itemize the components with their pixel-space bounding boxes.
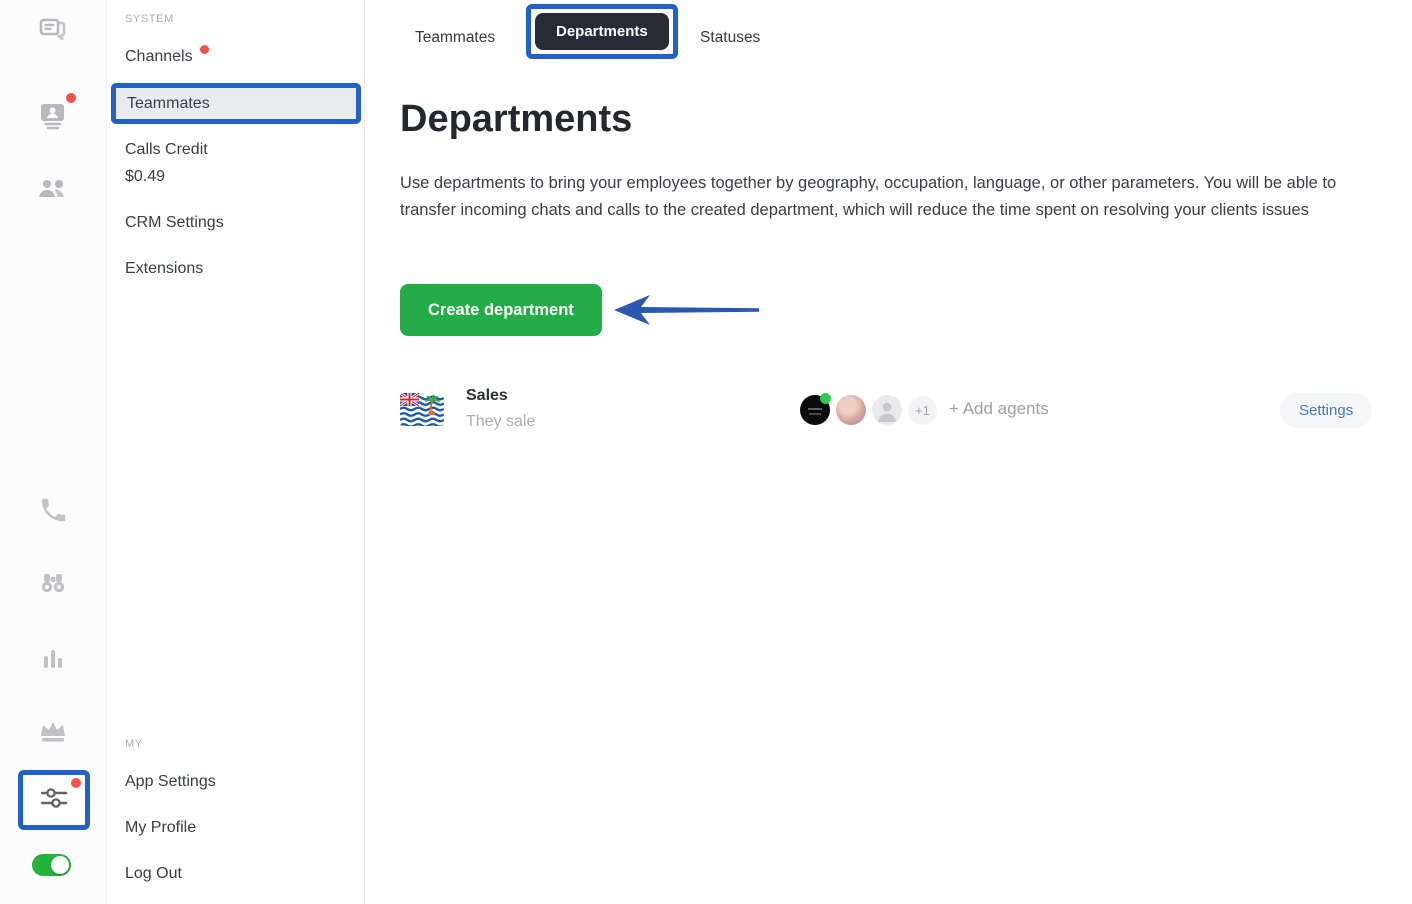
department-row: Sales They sale +1 + Add agents Settings [400,383,1412,439]
sidebar-item-my-profile[interactable]: My Profile [125,819,196,837]
tab-statuses[interactable]: Statuses [700,29,760,47]
sidebar-item-teammates[interactable]: Teammates [116,88,356,119]
add-agents-button[interactable]: + Add agents [949,399,1049,419]
page-description: Use departments to bring your employees … [400,174,1337,219]
tab-teammates[interactable]: Teammates [415,29,495,47]
bar-chart-icon-glyph [44,650,62,668]
phone-icon[interactable] [33,490,73,530]
sidebar-item-calls-credit[interactable]: Calls Credit [125,141,208,159]
sidebar-item-channels[interactable]: Channels [125,45,209,66]
contacts-icon[interactable] [33,93,76,135]
contacts-icon-glyph [41,104,64,130]
annotation-arrow [614,295,759,325]
notification-dot [199,45,209,54]
team-icon[interactable] [33,170,73,210]
page-title: Departments [400,98,633,140]
department-name: Sales [466,387,508,404]
agent-avatar-placeholder[interactable] [872,395,902,425]
chat-icon-glyph [39,18,66,41]
sidebar-item-log-out[interactable]: Log Out [125,865,182,883]
tab-departments[interactable]: Departments [535,13,669,50]
create-department-button[interactable]: Create department [400,284,602,336]
sidebar-item-app-settings[interactable]: App Settings [125,773,216,791]
annotation-box-teammates: Teammates [111,83,361,124]
notification-dot [66,93,76,103]
icon-rail [0,0,107,904]
my-section-label: MY [125,738,143,750]
settings-sidebar: SYSTEM Channels Teammates Calls Credit $… [108,0,365,904]
system-section-label: SYSTEM [125,13,174,25]
binoculars-icon-glyph [41,574,65,593]
annotation-box-settings-icon [18,770,90,830]
chat-icon[interactable] [33,12,73,52]
calls-credit-value: $0.49 [125,168,166,185]
online-status-toggle[interactable] [32,854,71,876]
agent-avatars: +1 [800,393,937,425]
person-icon [878,402,896,422]
annotation-box-departments-tab: Departments [526,4,678,59]
notification-dot [71,777,81,788]
binoculars-icon[interactable] [33,564,73,604]
sliders-icon-glyph [40,787,68,808]
sidebar-item-crm-settings[interactable]: CRM Settings [125,214,224,232]
phone-icon-glyph [41,498,66,522]
agent-avatar[interactable] [836,395,866,425]
bar-chart-icon[interactable] [33,639,73,679]
crown-icon-glyph [41,722,65,742]
british-indian-ocean-territory-flag-icon [400,393,444,426]
toggle-knob [51,856,69,874]
avatar-overflow-badge[interactable]: +1 [908,395,937,425]
crown-icon[interactable] [33,712,73,752]
team-icon-glyph [39,180,64,197]
sidebar-item-label: Channels [125,48,193,65]
sliders-icon[interactable] [35,777,81,821]
department-settings-button[interactable]: Settings [1280,393,1373,428]
agent-avatar[interactable] [800,393,831,425]
online-status-dot [820,393,831,404]
department-description: They sale [466,413,536,430]
sidebar-item-extensions[interactable]: Extensions [125,260,203,278]
main-content: Teammates Departments Statuses Departmen… [366,0,1412,904]
